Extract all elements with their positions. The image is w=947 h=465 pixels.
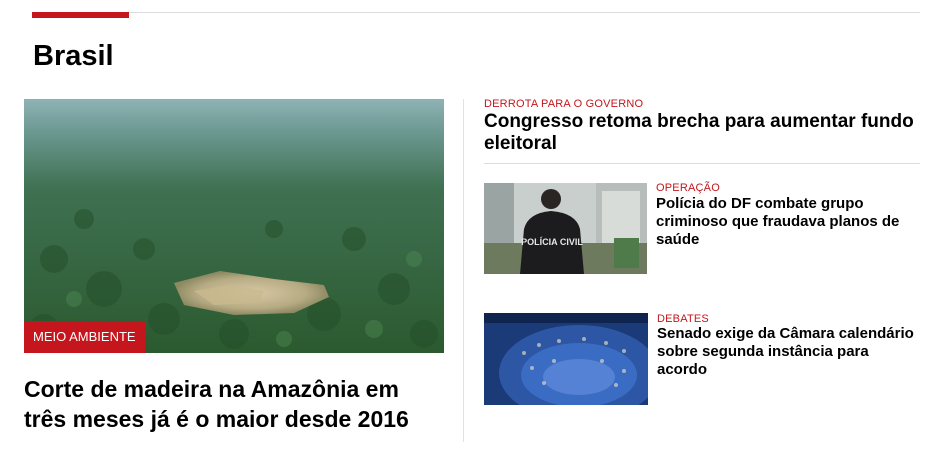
story-kicker[interactable]: DEBATES xyxy=(657,313,709,325)
story-thumbnail[interactable] xyxy=(484,313,648,405)
thumbnail-vest-text: POLÍCIA CIVIL xyxy=(521,237,583,247)
story-headline[interactable]: Senado exige da Câmara calendário sobre … xyxy=(657,325,917,379)
column-divider xyxy=(463,99,464,442)
featured-image[interactable] xyxy=(24,99,444,353)
featured-category-tag[interactable]: MEIO AMBIENTE xyxy=(24,321,145,353)
story-thumbnail[interactable]: POLÍCIA CIVIL xyxy=(484,183,647,274)
story-divider xyxy=(484,163,920,164)
story-kicker[interactable]: OPERAÇÃO xyxy=(656,182,720,194)
section-title[interactable]: Brasil xyxy=(33,40,114,73)
story-headline[interactable]: Polícia do DF combate grupo criminoso qu… xyxy=(656,195,926,249)
section-top-rule xyxy=(32,12,920,13)
story-headline[interactable]: Congresso retoma brecha para aumentar fu… xyxy=(484,111,924,155)
featured-headline[interactable]: Corte de madeira na Amazônia em três mes… xyxy=(24,374,444,434)
story-kicker[interactable]: DERROTA PARA O GOVERNO xyxy=(484,98,643,110)
section-accent-bar xyxy=(32,12,129,18)
